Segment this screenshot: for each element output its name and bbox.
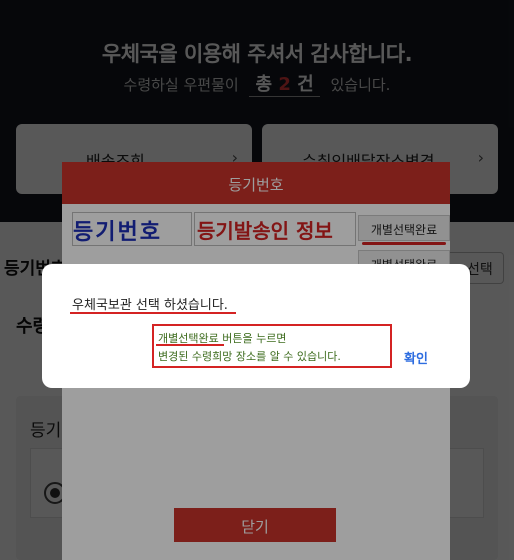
alert-message: 우체국보관 선택 하셨습니다. xyxy=(72,298,228,313)
alert-dialog: 우체국보관 선택 하셨습니다. 개별선택완료 버튼을 누르면 변경된 수령희망 … xyxy=(42,264,470,388)
highlight-underline xyxy=(156,344,224,346)
alert-note-box: 개별선택완료 버튼을 누르면 변경된 수령희망 장소를 알 수 있습니다. xyxy=(152,324,392,368)
alert-note-line: 변경된 수령희망 장소를 알 수 있습니다. xyxy=(158,350,341,363)
highlight-underline xyxy=(70,312,236,314)
confirm-button[interactable]: 확인 xyxy=(404,348,428,367)
